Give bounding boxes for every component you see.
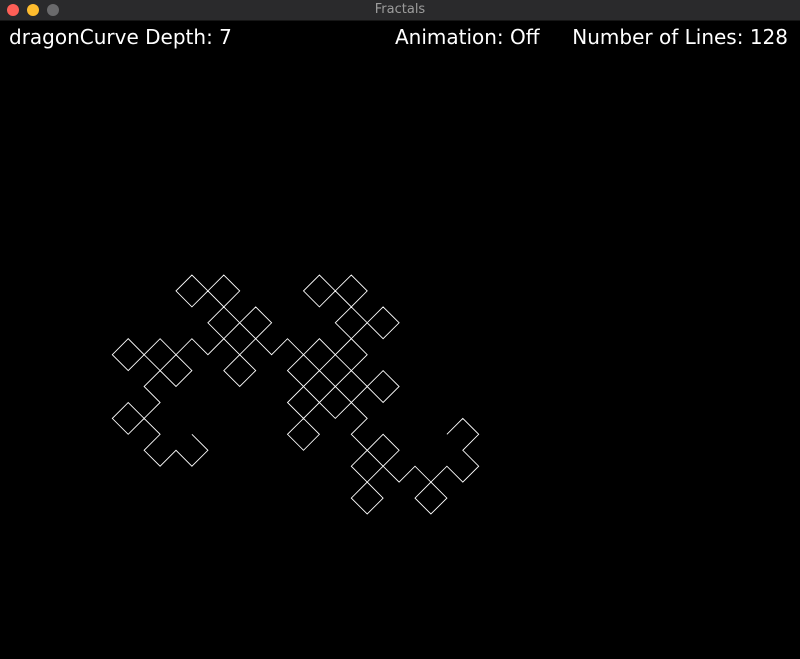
hud-right: Animation: Off Number of Lines: 128 [395,24,788,50]
depth-value: 7 [219,25,232,49]
fractal-canvas [111,274,480,515]
fractal-name: dragonCurve [9,25,139,49]
animation-label: Animation: [394,25,504,49]
hud-left: dragonCurve Depth: 7 [9,24,232,50]
animation-value: Off [510,25,540,49]
depth-label: Depth: [145,25,213,49]
lines-value: 128 [749,25,788,49]
dragon-curve [111,274,480,515]
title-bar: Fractals [0,0,800,21]
lines-label: Number of Lines: [572,25,744,49]
window-title: Fractals [374,2,426,17]
